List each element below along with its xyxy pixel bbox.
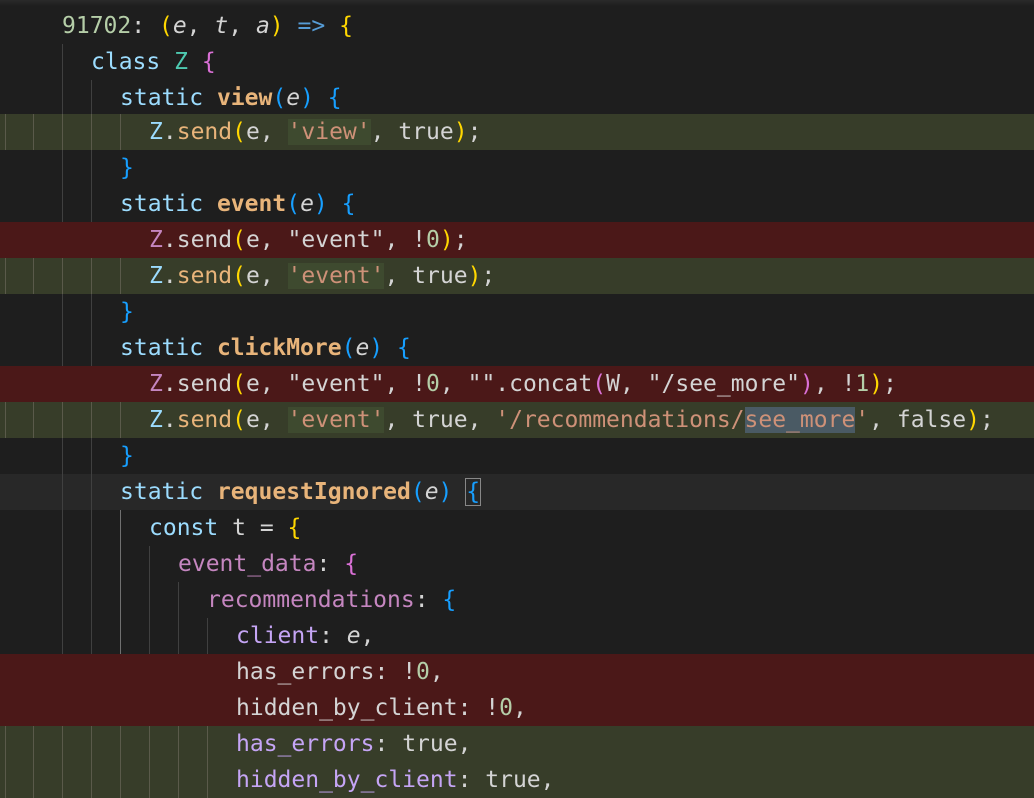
code-line-event-decl[interactable]: static event(e) { bbox=[0, 186, 1034, 222]
code-line-recommendations[interactable]: recommendations: { bbox=[0, 582, 1034, 618]
diff-line-added[interactable]: Z.send(e, 'event', true, '/recommendatio… bbox=[0, 402, 1034, 438]
code-line-event-data[interactable]: event_data: { bbox=[0, 546, 1034, 582]
code-line-clickmore-decl[interactable]: static clickMore(e) { bbox=[0, 330, 1034, 366]
code-line-close[interactable]: } bbox=[0, 150, 1034, 186]
code-editor[interactable]: 91702: (e, t, a) => { class Z { static v… bbox=[0, 0, 1034, 798]
code-line-module[interactable]: 91702: (e, t, a) => { bbox=[0, 8, 1034, 44]
diff-line-added[interactable]: Z.send(e, 'event', true); bbox=[0, 258, 1034, 294]
matched-bracket: { bbox=[465, 478, 482, 506]
code-line-close[interactable]: } bbox=[0, 438, 1034, 474]
code-line-class[interactable]: class Z { bbox=[0, 44, 1034, 80]
diff-line-removed[interactable]: Z.send(e, "event", !0, "".concat(W, "/se… bbox=[0, 366, 1034, 402]
code-line-view-decl[interactable]: static view(e) { bbox=[0, 80, 1034, 116]
code-line-current[interactable]: static requestIgnored(e) { bbox=[0, 474, 1034, 510]
editor-top-edge bbox=[0, 0, 1034, 6]
diff-line-removed[interactable]: Z.send(e, "event", !0); bbox=[0, 222, 1034, 258]
code-line-close[interactable]: } bbox=[0, 294, 1034, 330]
module-id: 91702 bbox=[62, 13, 132, 39]
diff-line-removed[interactable]: hidden_by_client: !0, bbox=[0, 690, 1034, 726]
code-line-const[interactable]: const t = { bbox=[0, 510, 1034, 546]
diff-line-added[interactable]: has_errors: true, bbox=[0, 726, 1034, 762]
diff-line-added[interactable]: hidden_by_client: true, bbox=[0, 762, 1034, 798]
diff-line-removed[interactable]: has_errors: !0, bbox=[0, 654, 1034, 690]
code-line-client[interactable]: client: e, bbox=[0, 618, 1034, 654]
diff-line-added[interactable]: Z.send(e, 'view', true); bbox=[0, 114, 1034, 150]
selected-text[interactable]: see_more bbox=[744, 407, 856, 433]
